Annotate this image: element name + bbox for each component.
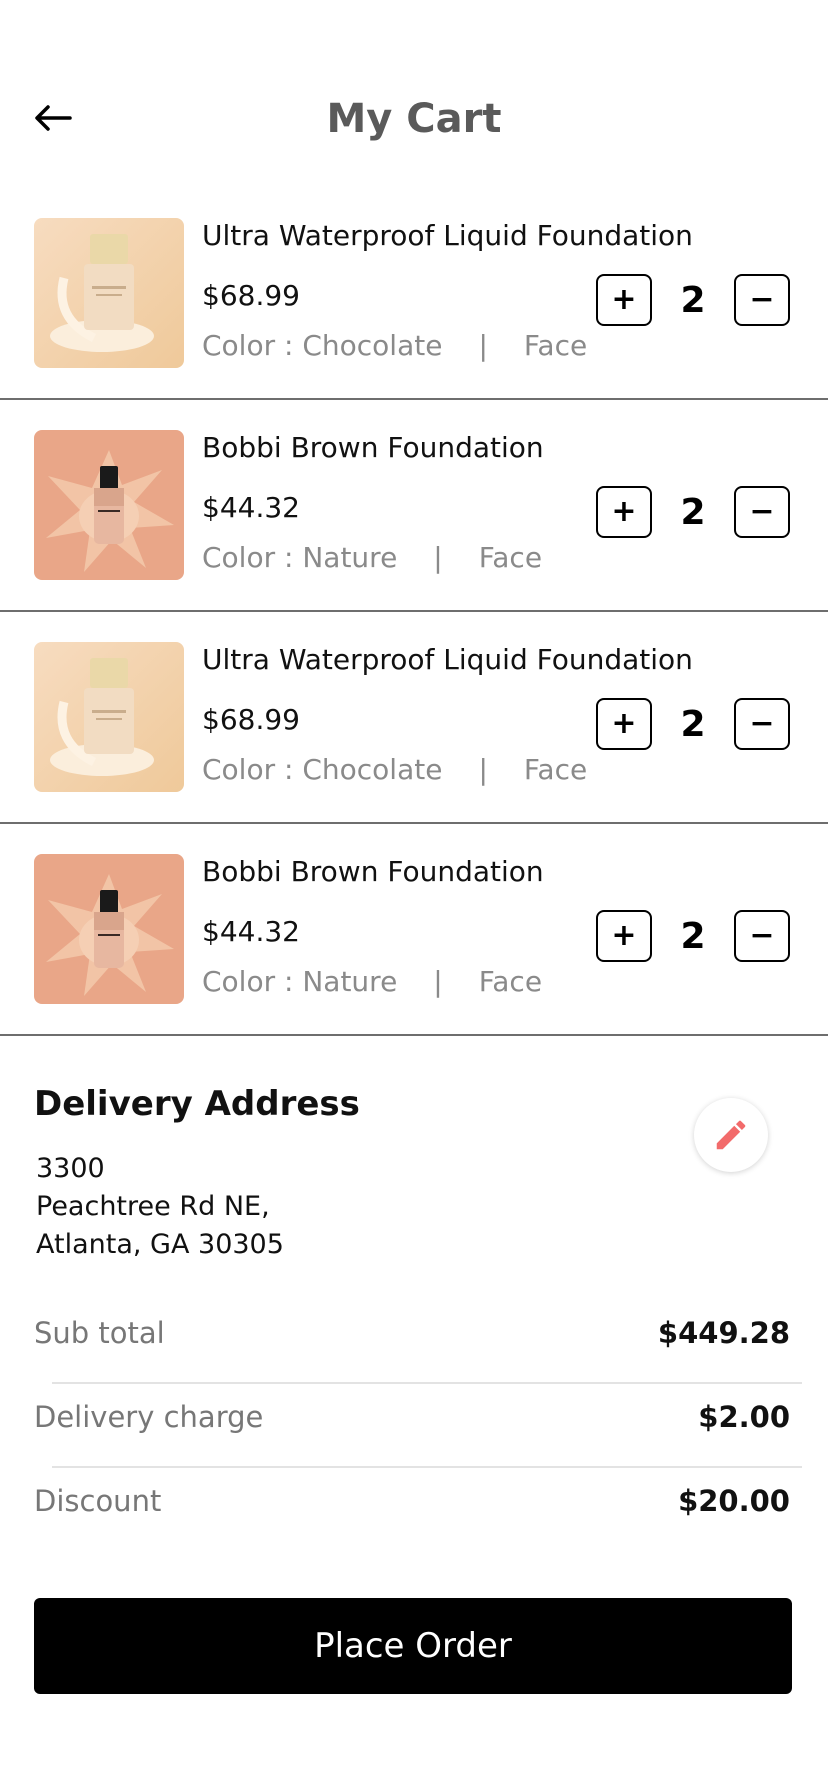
delivery-charge-label: Delivery charge [34, 1400, 264, 1434]
cart-item: Bobbi Brown Foundation $44.32 Color : Na… [0, 824, 828, 1036]
quantity-stepper: + 2 − [596, 698, 790, 750]
delivery-charge-value: $2.00 [698, 1400, 790, 1434]
decrease-quantity-button[interactable]: − [734, 910, 790, 962]
quantity-value: 2 [680, 279, 706, 321]
product-name: Ultra Waterproof Liquid Foundation [202, 219, 693, 252]
product-image[interactable] [34, 854, 184, 1004]
cart-list: Ultra Waterproof Liquid Foundation $68.9… [0, 200, 828, 1036]
meta-separator: | [433, 541, 443, 574]
address-line: Peachtree Rd NE, [36, 1191, 270, 1222]
product-meta: Color : Chocolate | Face [202, 752, 587, 788]
subtotal-label: Sub total [34, 1316, 165, 1350]
product-color: Color : Chocolate [202, 753, 443, 786]
product-image[interactable] [34, 642, 184, 792]
discount-label: Discount [34, 1484, 162, 1518]
place-order-button[interactable]: Place Order [34, 1598, 792, 1694]
decrease-quantity-button[interactable]: − [734, 486, 790, 538]
product-meta: Color : Nature | Face [202, 540, 542, 576]
product-price: $68.99 [202, 703, 300, 736]
pencil-icon [716, 1120, 746, 1150]
increase-quantity-button[interactable]: + [596, 698, 652, 750]
product-price: $44.32 [202, 491, 300, 524]
product-name: Bobbi Brown Foundation [202, 855, 544, 888]
cart-item: Ultra Waterproof Liquid Foundation $68.9… [0, 612, 828, 824]
delivery-address-title: Delivery Address [34, 1084, 360, 1124]
edit-address-button[interactable] [694, 1098, 768, 1172]
address-line: Atlanta, GA 30305 [36, 1229, 284, 1260]
quantity-value: 2 [680, 703, 706, 745]
cart-item: Ultra Waterproof Liquid Foundation $68.9… [0, 200, 828, 400]
page-title: My Cart [326, 96, 502, 142]
subtotal-row: Sub total $449.28 [0, 1300, 828, 1384]
quantity-stepper: + 2 − [596, 910, 790, 962]
product-image[interactable] [34, 430, 184, 580]
decrease-quantity-button[interactable]: − [734, 698, 790, 750]
product-image[interactable] [34, 218, 184, 368]
quantity-stepper: + 2 − [596, 486, 790, 538]
quantity-value: 2 [680, 491, 706, 533]
meta-separator: | [478, 753, 488, 786]
product-category: Face [523, 329, 588, 362]
product-meta: Color : Nature | Face [202, 964, 542, 1000]
product-color: Color : Nature [202, 541, 398, 574]
app-header: My Cart [0, 0, 828, 200]
increase-quantity-button[interactable]: + [596, 486, 652, 538]
product-price: $68.99 [202, 279, 300, 312]
increase-quantity-button[interactable]: + [596, 910, 652, 962]
subtotal-value: $449.28 [657, 1316, 790, 1350]
product-category: Face [478, 965, 543, 998]
meta-separator: | [433, 965, 443, 998]
product-name: Ultra Waterproof Liquid Foundation [202, 643, 693, 676]
quantity-stepper: + 2 − [596, 274, 790, 326]
delivery-charge-row: Delivery charge $2.00 [0, 1384, 828, 1468]
discount-row: Discount $20.00 [0, 1468, 828, 1552]
decrease-quantity-button[interactable]: − [734, 274, 790, 326]
order-summary: Sub total $449.28 Delivery charge $2.00 … [0, 1300, 828, 1552]
meta-separator: | [478, 329, 488, 362]
address-line: 3300 [36, 1153, 105, 1184]
product-category: Face [523, 753, 588, 786]
product-price: $44.32 [202, 915, 300, 948]
delivery-address-section: Delivery Address 3300 Peachtree Rd NE, A… [0, 1036, 828, 1276]
product-meta: Color : Chocolate | Face [202, 328, 587, 364]
product-category: Face [478, 541, 543, 574]
quantity-value: 2 [680, 915, 706, 957]
increase-quantity-button[interactable]: + [596, 274, 652, 326]
cart-item: Bobbi Brown Foundation $44.32 Color : Na… [0, 400, 828, 612]
delivery-address-text: 3300 Peachtree Rd NE, Atlanta, GA 30305 [36, 1150, 284, 1264]
product-color: Color : Nature [202, 965, 398, 998]
discount-value: $20.00 [678, 1484, 790, 1518]
product-color: Color : Chocolate [202, 329, 443, 362]
product-name: Bobbi Brown Foundation [202, 431, 544, 464]
